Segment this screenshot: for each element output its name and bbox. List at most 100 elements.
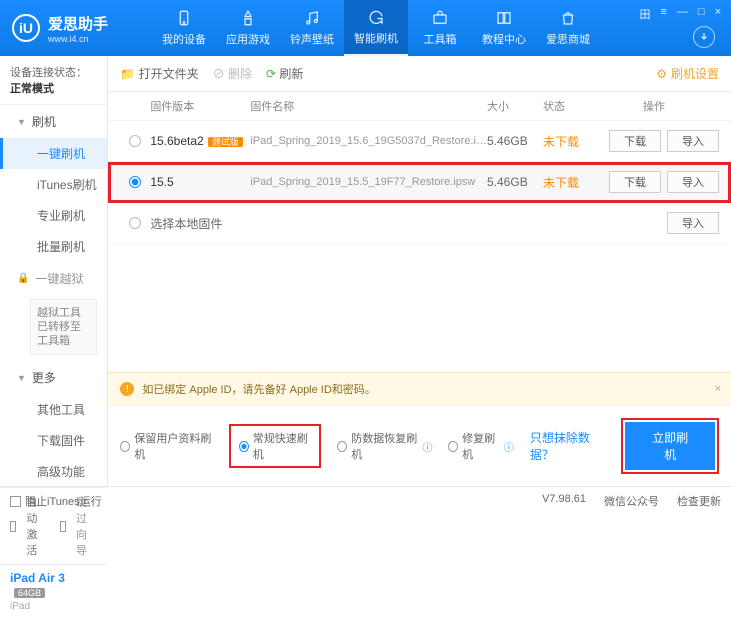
delete-button[interactable]: ⊘ 删除	[213, 65, 252, 82]
firmware-row[interactable]: 15.6beta2 测试版 iPad_Spring_2019_15.6_19G50…	[108, 121, 731, 162]
win-menu-icon[interactable]: ≡	[660, 6, 666, 22]
sidebar-item-download[interactable]: 下载固件	[0, 425, 107, 456]
col-name: 固件名称	[250, 98, 487, 114]
delete-icon: ⊘	[213, 67, 225, 81]
col-action: 操作	[589, 98, 719, 114]
fw-version: 15.5	[150, 175, 173, 189]
sidebar-item-oneclick[interactable]: 一键刷机	[0, 138, 107, 169]
music-icon	[303, 9, 321, 27]
statusbar: 阻止iTunes运行 V7.98.61 微信公众号 检查更新	[0, 486, 731, 514]
wechat-link[interactable]: 微信公众号	[604, 493, 659, 509]
import-button[interactable]: 导入	[667, 171, 719, 193]
col-size: 大小	[487, 98, 543, 114]
fw-filename: iPad_Spring_2019_15.6_19G5037d_Restore.i…	[250, 135, 487, 147]
flash-now-highlight: 立即刷机	[621, 418, 719, 474]
apple-id-warning: ! 如已绑定 Apple ID，请先备好 Apple ID和密码。 ×	[108, 372, 731, 405]
close-warning-icon[interactable]: ×	[715, 383, 721, 395]
download-button[interactable]: 下载	[609, 171, 661, 193]
app-logo: iU 爱思助手 www.i4.cn	[12, 13, 152, 44]
device-name: iPad Air 3	[10, 571, 65, 585]
opt-normal-fast[interactable]: 常规快速刷机	[229, 424, 322, 468]
table-header: 固件版本 固件名称 大小 状态 操作	[108, 92, 731, 121]
folder-icon: 📁	[120, 67, 135, 81]
win-min-icon[interactable]: —	[677, 6, 688, 22]
collapse-icon: ▼	[17, 373, 26, 383]
nav-flash[interactable]: 智能刷机	[344, 0, 408, 56]
phone-icon	[175, 9, 193, 27]
download-button[interactable]: 下载	[609, 130, 661, 152]
col-version: 固件版本	[150, 98, 250, 114]
open-folder-button[interactable]: 📁 打开文件夹	[120, 65, 198, 82]
collapse-icon: ▼	[17, 117, 26, 127]
info-icon[interactable]: ⓘ	[422, 439, 432, 454]
app-icon	[239, 9, 257, 27]
skip-guide-checkbox[interactable]	[60, 521, 66, 532]
titlebar: iU 爱思助手 www.i4.cn 我的设备 应用游戏 铃声壁纸 智能刷机 工具…	[0, 0, 731, 56]
nav-tutorial[interactable]: 教程中心	[472, 0, 536, 56]
win-grid-icon[interactable]: 田	[639, 6, 650, 22]
device-type: iPad	[10, 601, 97, 612]
refresh-icon	[367, 8, 385, 26]
device-storage-badge: 64GB	[14, 588, 45, 598]
opt-keep-data[interactable]: 保留用户资料刷机	[120, 430, 212, 462]
device-info[interactable]: iPad Air 3 64GB iPad	[0, 564, 107, 618]
flash-now-button[interactable]: 立即刷机	[625, 422, 715, 470]
nav-apps[interactable]: 应用游戏	[216, 0, 280, 56]
row-radio[interactable]	[120, 176, 150, 188]
nav-toolbox[interactable]: 工具箱	[408, 0, 472, 56]
block-itunes-option[interactable]: 阻止iTunes运行	[10, 493, 102, 509]
sidebar-item-other[interactable]: 其他工具	[0, 394, 107, 425]
jailbreak-moved-notice: 越狱工具已转移至 工具箱	[30, 299, 97, 355]
import-button[interactable]: 导入	[667, 130, 719, 152]
local-firmware-row[interactable]: 选择本地固件 导入	[108, 203, 731, 244]
fw-size: 5.46GB	[487, 175, 543, 189]
block-itunes-checkbox[interactable]	[10, 496, 21, 507]
group-flash[interactable]: ▼刷机	[0, 105, 107, 138]
gear-icon: ⚙	[656, 67, 667, 81]
win-close-icon[interactable]: ×	[715, 6, 721, 22]
erase-only-link[interactable]: 只想抹除数据？	[530, 429, 605, 463]
nav-ringtone[interactable]: 铃声壁纸	[280, 0, 344, 56]
fw-size: 5.46GB	[487, 134, 543, 148]
win-max-icon[interactable]: □	[698, 6, 705, 22]
top-nav: 我的设备 应用游戏 铃声壁纸 智能刷机 工具箱 教程中心 爱思商城	[152, 0, 719, 56]
sidebar-item-batch[interactable]: 批量刷机	[0, 231, 107, 262]
app-version: V7.98.61	[542, 493, 586, 509]
nav-store[interactable]: 爱思商城	[536, 0, 600, 56]
row-radio[interactable]	[120, 217, 150, 229]
nav-my-device[interactable]: 我的设备	[152, 0, 216, 56]
download-indicator-icon[interactable]	[693, 26, 715, 48]
firmware-row[interactable]: 15.5 iPad_Spring_2019_15.5_19F77_Restore…	[108, 162, 731, 203]
fw-version: 15.6beta2	[150, 134, 203, 148]
flash-settings-button[interactable]: ⚙刷机设置	[656, 65, 719, 82]
bag-icon	[559, 9, 577, 27]
window-controls: 田 ≡ — □ ×	[639, 6, 721, 22]
lock-icon: 🔒	[17, 273, 29, 284]
group-more[interactable]: ▼更多	[0, 361, 107, 394]
info-icon[interactable]: ⓘ	[504, 439, 514, 454]
fw-state: 未下载	[543, 174, 589, 191]
main-panel: 📁 打开文件夹 ⊘ 删除 ⟳ 刷新 ⚙刷机设置 固件版本 固件名称 大小 状态 …	[108, 56, 731, 486]
sidebar-item-itunes[interactable]: iTunes刷机	[0, 169, 107, 200]
fw-filename: iPad_Spring_2019_15.5_19F77_Restore.ipsw	[250, 176, 487, 188]
book-icon	[495, 9, 513, 27]
connection-status: 设备连接状态：正常模式	[0, 56, 107, 105]
sidebar: 设备连接状态：正常模式 ▼刷机 一键刷机 iTunes刷机 专业刷机 批量刷机 …	[0, 56, 108, 486]
logo-icon: iU	[12, 14, 40, 42]
auto-activate-checkbox[interactable]	[10, 521, 16, 532]
check-update-link[interactable]: 检查更新	[677, 493, 721, 509]
flash-options: 保留用户资料刷机 常规快速刷机 防数据恢复刷机ⓘ 修复刷机ⓘ 只想抹除数据？ 立…	[108, 405, 731, 486]
local-fw-label: 选择本地固件	[150, 215, 589, 232]
row-radio[interactable]	[120, 135, 150, 147]
opt-anti-recovery[interactable]: 防数据恢复刷机ⓘ	[337, 430, 432, 462]
warning-icon: !	[120, 382, 134, 396]
refresh-button[interactable]: ⟳ 刷新	[266, 65, 303, 82]
sidebar-item-advanced[interactable]: 高级功能	[0, 456, 107, 487]
col-state: 状态	[543, 98, 589, 114]
opt-repair[interactable]: 修复刷机ⓘ	[448, 430, 513, 462]
beta-badge: 测试版	[208, 137, 243, 147]
group-jailbreak[interactable]: 🔒一键越狱	[0, 262, 107, 295]
import-button[interactable]: 导入	[667, 212, 719, 234]
sidebar-item-pro[interactable]: 专业刷机	[0, 200, 107, 231]
app-name-cn: 爱思助手	[48, 13, 108, 34]
